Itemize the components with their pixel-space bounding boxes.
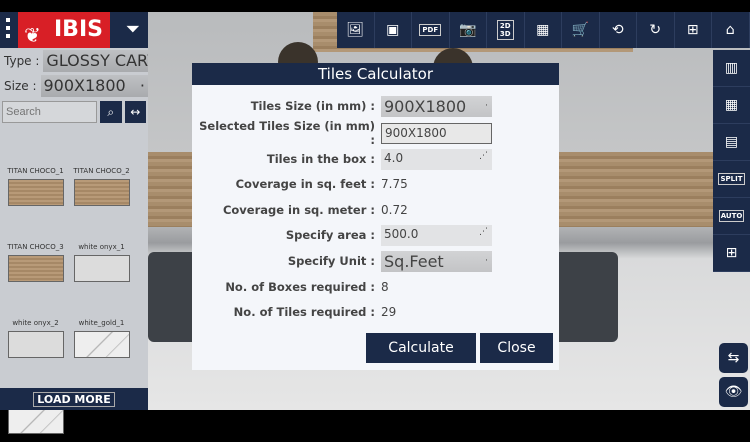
camera-icon[interactable]: 📷	[449, 12, 487, 48]
pattern-2-icon[interactable]: ▦	[713, 87, 750, 124]
tile-name: white_gold_1	[78, 319, 125, 327]
logo: ❦ IBIS	[18, 12, 110, 48]
tile-name: white onyx_1	[78, 243, 125, 251]
coverage-m-value: 0.72	[381, 203, 408, 217]
split-button[interactable]: SPLIT	[713, 161, 750, 198]
tiles-size-select[interactable]: 900X1800 ·	[381, 95, 492, 117]
auto-label: AUTO	[718, 210, 745, 222]
tile-item[interactable]: white_gold_1	[71, 288, 132, 358]
top-toolbar: 🖼 ▣ PDF 📷 2D 3D ▦ 🛒 ⟲ ↻ ⊞ ⌂	[337, 12, 750, 48]
type-select[interactable]: GLOSSY CARVING	[43, 49, 148, 72]
tile-thumbnail[interactable]	[7, 179, 64, 206]
tiles-calculator-dialog: Tiles Calculator Tiles Size (in mm) : 900…	[192, 63, 559, 370]
dialog-title: Tiles Calculator	[192, 63, 559, 85]
home-icon[interactable]: ⌂	[712, 12, 750, 48]
area-input[interactable]: 500.0 ⋰	[381, 224, 492, 246]
swap-icon[interactable]: ⇆	[719, 343, 748, 373]
unit-select[interactable]: Sq.Feet ·	[381, 250, 492, 272]
tile-thumbnail[interactable]	[73, 331, 130, 358]
3d-label: 3D	[499, 30, 511, 38]
menu-icon[interactable]	[6, 18, 11, 42]
tile-name: TITAN CHOCO_3	[7, 243, 64, 251]
tiles-size-value: 900X1800	[384, 96, 467, 116]
layout-icon[interactable]: ⊞	[674, 12, 712, 48]
cart-icon[interactable]: 🛒	[562, 12, 600, 48]
grid-icon[interactable]: ⊞	[713, 235, 750, 272]
logo-text: IBIS	[54, 17, 103, 42]
coverage-ft-label: Coverage in sq. feet :	[235, 177, 375, 191]
tile-item[interactable]: TITAN CHOCO_1	[5, 136, 66, 206]
type-label: Type :	[4, 53, 40, 68]
search-icon[interactable]: ⌕	[100, 101, 122, 123]
load-more-label: LOAD MORE	[33, 392, 115, 407]
tiles-in-box-label: Tiles in the box :	[266, 152, 375, 166]
size-select[interactable]: 900X1800	[40, 74, 148, 97]
2d-3d-button[interactable]: 2D 3D	[487, 12, 525, 48]
tile-name: white onyx_2	[12, 319, 59, 327]
tile-item[interactable]: white onyx_2	[5, 288, 66, 358]
selected-size-label: Selected Tiles Size (in mm) :	[199, 119, 375, 147]
close-button[interactable]: Close	[480, 333, 553, 363]
size-label: Size :	[4, 78, 37, 93]
tile-thumbnail[interactable]	[73, 255, 130, 282]
tile-thumbnail[interactable]	[73, 179, 130, 206]
pdf-label: PDF	[419, 24, 442, 36]
eye-icon[interactable]: 👁	[719, 377, 748, 407]
tile-item[interactable]: white onyx_1	[71, 212, 132, 282]
tile-thumbnail[interactable]	[7, 255, 64, 282]
load-more-button[interactable]: LOAD MORE	[0, 388, 148, 410]
pattern-3-icon[interactable]: ▤	[713, 124, 750, 161]
sidebar: ❦IBIS ⏷ Type :GLOSSY CARVING Size :900X1…	[0, 12, 148, 434]
calculator-icon[interactable]: ▦	[524, 12, 562, 48]
area-value: 500.0	[384, 226, 419, 241]
pdf-button[interactable]: PDF	[412, 12, 450, 48]
area-label: Specify area :	[285, 228, 375, 242]
tiles-in-box-value: 4.0	[384, 150, 404, 165]
rotate-grid-icon[interactable]: ⟲	[599, 12, 637, 48]
tile-item[interactable]: TITAN CHOCO_2	[71, 136, 132, 206]
boxes-value: 8	[381, 280, 389, 294]
unit-value: Sq.Feet	[384, 251, 444, 271]
tile-name: TITAN CHOCO_2	[73, 167, 130, 175]
tiles-required-value: 29	[381, 305, 397, 319]
selected-size-field[interactable]: 900X1800	[381, 122, 492, 144]
boxes-label: No. of Boxes required :	[225, 280, 375, 294]
calculate-button[interactable]: Calculate	[366, 333, 476, 363]
coverage-m-label: Coverage in sq. meter :	[222, 203, 375, 217]
expand-icon[interactable]: ↔	[124, 101, 146, 123]
tile-thumbnail[interactable]	[7, 407, 64, 434]
search-input[interactable]	[2, 101, 97, 123]
filter-icon[interactable]: ⏷	[126, 19, 140, 40]
tile-name: TITAN CHOCO_1	[7, 167, 64, 175]
rotate-icon[interactable]: ↻	[637, 12, 675, 48]
unit-label: Specify Unit :	[287, 254, 375, 268]
gallery-icon[interactable]: 🖼	[337, 12, 375, 48]
tiles-size-label: Tiles Size (in mm) :	[250, 99, 375, 113]
tile-item[interactable]: TITAN CHOCO_3	[5, 212, 66, 282]
auto-button[interactable]: AUTO	[713, 198, 750, 235]
pendant-lamp	[278, 42, 318, 64]
tile-thumbnail[interactable]	[7, 331, 64, 358]
coverage-ft-value: 7.75	[381, 177, 408, 191]
2d-label: 2D	[499, 22, 511, 30]
right-toolbar: ▥ ▦ ▤ SPLIT AUTO ⊞	[713, 50, 750, 272]
tiles-in-box-input[interactable]: 4.0 ⋰	[381, 148, 492, 170]
image-icon[interactable]: ▣	[374, 12, 412, 48]
tiles-required-label: No. of Tiles required :	[233, 305, 375, 319]
pattern-1-icon[interactable]: ▥	[713, 50, 750, 87]
split-label: SPLIT	[718, 173, 745, 185]
